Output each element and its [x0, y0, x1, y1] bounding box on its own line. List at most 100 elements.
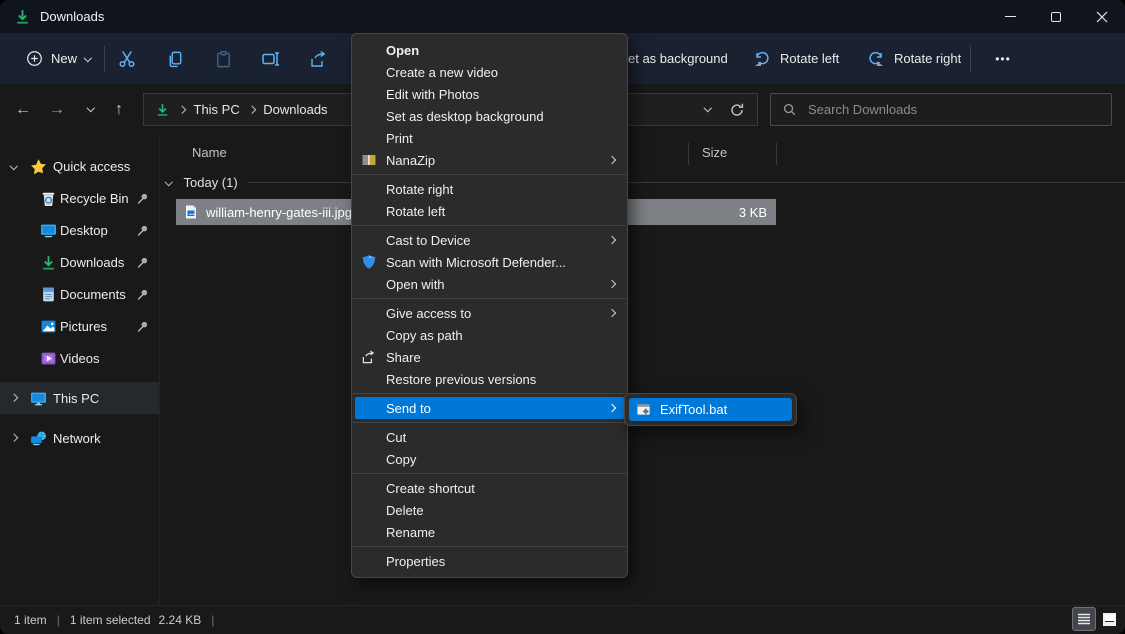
sidebar-label: Recycle Bin — [60, 191, 129, 206]
up-button[interactable]: ↑ — [104, 93, 134, 126]
menu-item-nanazip[interactable]: NanaZip — [352, 149, 627, 171]
menu-item-rotate-right[interactable]: Rotate right — [352, 178, 627, 200]
refresh-icon[interactable] — [729, 102, 745, 118]
sidebar-item-documents[interactable]: Documents — [0, 278, 159, 310]
close-button[interactable] — [1079, 0, 1125, 33]
menu-item-open[interactable]: Open — [352, 39, 627, 61]
sidebar-item-pictures[interactable]: Pictures — [0, 310, 159, 342]
chevron-right-icon[interactable] — [11, 395, 17, 401]
cut-button[interactable] — [106, 42, 148, 76]
menu-item-print[interactable]: Print — [352, 127, 627, 149]
thumbnail-view-button[interactable] — [1098, 608, 1120, 630]
breadcrumb-downloads[interactable]: Downloads — [263, 102, 327, 117]
chevron-down-icon[interactable] — [166, 179, 172, 185]
menu-item-scan-with-microsoft-defender[interactable]: Scan with Microsoft Defender... — [352, 251, 627, 273]
menu-item-copy-as-path[interactable]: Copy as path — [352, 324, 627, 346]
menu-item-edit-with-photos[interactable]: Edit with Photos — [352, 83, 627, 105]
menu-item-rotate-left[interactable]: Rotate left — [352, 200, 627, 222]
copy-icon — [166, 50, 185, 69]
share-button[interactable] — [298, 42, 340, 76]
menu-separator — [353, 422, 626, 423]
recent-locations-button[interactable] — [76, 93, 106, 126]
defender-shield-icon — [361, 254, 377, 270]
set-as-background-button[interactable]: et as background — [628, 33, 728, 84]
network-icon — [30, 430, 47, 447]
sidebar-item-downloads[interactable]: Downloads — [0, 246, 159, 278]
pin-icon[interactable] — [136, 224, 149, 237]
downloads-icon — [40, 254, 57, 271]
details-view-button[interactable] — [1073, 608, 1095, 630]
menu-item-cast-to-device[interactable]: Cast to Device — [352, 229, 627, 251]
copy-button[interactable] — [154, 42, 196, 76]
documents-icon — [40, 286, 57, 303]
close-icon — [1096, 11, 1108, 23]
menu-item-send-to[interactable]: Send to — [355, 397, 624, 419]
sidebar-label: Downloads — [60, 255, 124, 270]
submenu-item-exiftool-bat[interactable]: ExifTool.bat — [629, 398, 792, 421]
column-separator[interactable] — [688, 143, 689, 165]
sidebar-item-recycle-bin[interactable]: Recycle Bin — [0, 182, 159, 214]
rename-button[interactable] — [250, 42, 292, 76]
sidebar-item-network[interactable]: Network — [0, 422, 159, 454]
minimize-button[interactable] — [987, 0, 1033, 33]
menu-separator — [353, 546, 626, 547]
titlebar: Downloads — [0, 0, 1125, 33]
menu-item-restore-previous-versions[interactable]: Restore previous versions — [352, 368, 627, 390]
selection-size: 2.24 KB — [159, 613, 202, 627]
column-header-size[interactable]: Size — [702, 145, 727, 160]
paste-button[interactable] — [202, 42, 244, 76]
selection-count: 1 item selected — [70, 613, 151, 627]
sidebar-label: Pictures — [60, 319, 107, 334]
back-button[interactable]: ← — [8, 93, 38, 126]
menu-item-create-a-new-video[interactable]: Create a new video — [352, 61, 627, 83]
maximize-button[interactable] — [1033, 0, 1079, 33]
chevron-right-icon — [249, 107, 255, 113]
breadcrumb-this-pc[interactable]: This PC — [194, 102, 240, 117]
new-button-label: New — [51, 51, 77, 66]
status-divider: | — [211, 613, 214, 627]
chevron-right-icon[interactable] — [11, 435, 17, 441]
pictures-icon — [40, 318, 57, 335]
pin-icon[interactable] — [136, 256, 149, 269]
menu-separator — [353, 298, 626, 299]
chevron-down-icon[interactable] — [11, 163, 17, 169]
search-input[interactable] — [806, 101, 1100, 118]
new-button[interactable]: New — [16, 42, 101, 75]
pin-icon[interactable] — [136, 288, 149, 301]
pin-icon[interactable] — [136, 320, 149, 333]
menu-item-create-shortcut[interactable]: Create shortcut — [352, 477, 627, 499]
menu-item-copy[interactable]: Copy — [352, 448, 627, 470]
menu-item-delete[interactable]: Delete — [352, 499, 627, 521]
desktop-icon — [40, 222, 57, 239]
menu-item-cut[interactable]: Cut — [352, 426, 627, 448]
address-dropdown-button[interactable] — [693, 108, 723, 111]
navigation-pane: Quick access Recycle Bin Desktop Downloa… — [0, 134, 160, 605]
sidebar-item-quick-access[interactable]: Quick access — [0, 150, 159, 182]
menu-separator — [353, 393, 626, 394]
rotate-left-icon — [752, 49, 772, 69]
menu-item-give-access-to[interactable]: Give access to — [352, 302, 627, 324]
more-options-button[interactable]: ••• — [984, 33, 1022, 84]
menu-item-share[interactable]: Share — [352, 346, 627, 368]
rotate-left-button[interactable]: Rotate left — [752, 33, 839, 84]
group-label: Today (1) — [184, 175, 238, 190]
minimize-icon — [1005, 16, 1016, 17]
sidebar-item-desktop[interactable]: Desktop — [0, 214, 159, 246]
menu-item-rename[interactable]: Rename — [352, 521, 627, 543]
group-header-today[interactable]: Today (1) — [160, 171, 1125, 193]
column-separator[interactable] — [776, 143, 777, 165]
send-to-submenu: ExifTool.bat — [624, 393, 797, 426]
column-header-name[interactable]: Name — [192, 145, 227, 160]
pin-icon[interactable] — [136, 192, 149, 205]
menu-item-set-as-desktop-background[interactable]: Set as desktop background — [352, 105, 627, 127]
status-bar: 1 item | 1 item selected 2.24 KB | — [0, 605, 1125, 634]
sidebar-item-this-pc[interactable]: This PC — [0, 382, 159, 414]
menu-separator — [353, 225, 626, 226]
rotate-right-button[interactable]: Rotate right — [866, 33, 961, 84]
search-box[interactable] — [770, 93, 1112, 126]
sidebar-item-videos[interactable]: Videos — [0, 342, 159, 374]
menu-item-properties[interactable]: Properties — [352, 550, 627, 572]
sidebar-label: Documents — [60, 287, 126, 302]
forward-button[interactable]: → — [42, 93, 72, 126]
menu-item-open-with[interactable]: Open with — [352, 273, 627, 295]
